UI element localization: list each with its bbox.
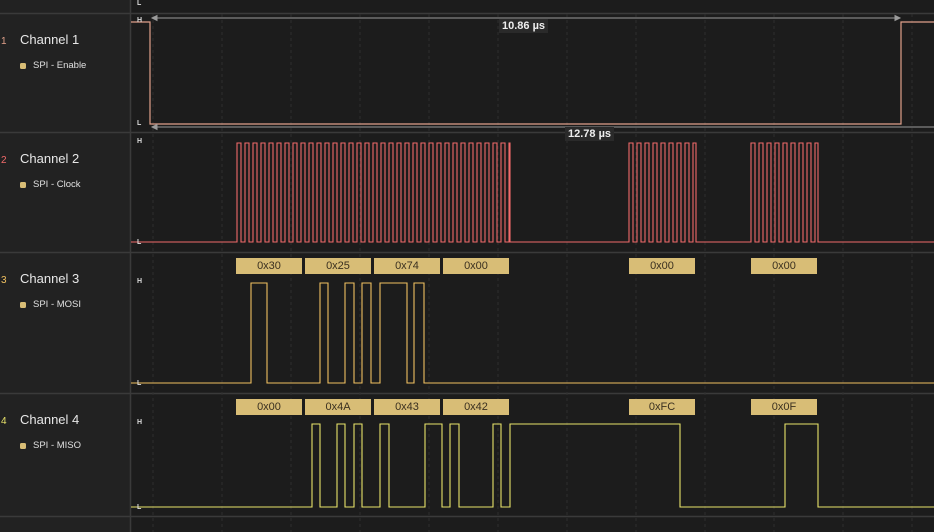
miso-byte-label[interactable]: 0x00 bbox=[236, 399, 302, 415]
channel-2-waveform bbox=[131, 142, 934, 243]
miso-byte-label[interactable]: 0x4A bbox=[305, 399, 371, 415]
channel-2-high-marker: H bbox=[137, 138, 143, 145]
miso-byte-label[interactable]: 0x42 bbox=[443, 399, 509, 415]
channel-1-high-marker: H bbox=[137, 17, 143, 24]
channel-1-low-marker: L bbox=[137, 120, 142, 127]
miso-byte-label[interactable]: 0x43 bbox=[374, 399, 440, 415]
channel-1-waveform bbox=[131, 21, 934, 125]
decoder-badges bbox=[236, 258, 817, 415]
mosi-byte-label[interactable]: 0x00 bbox=[751, 258, 817, 274]
miso-byte-label[interactable]: 0x0F bbox=[751, 399, 817, 415]
channel-4-waveform bbox=[131, 423, 934, 508]
mosi-byte-label[interactable]: 0x25 bbox=[305, 258, 371, 274]
mosi-byte-label[interactable]: 0x00 bbox=[443, 258, 509, 274]
enable-high-duration-label[interactable]: 10.86 µs bbox=[499, 19, 549, 33]
mosi-byte-label[interactable]: 0x30 bbox=[236, 258, 302, 274]
mosi-byte-label[interactable]: 0x74 bbox=[374, 258, 440, 274]
miso-byte-label[interactable]: 0xFC bbox=[629, 399, 695, 415]
channel-4-high-marker: H bbox=[137, 419, 143, 426]
channel-4-low-marker: L bbox=[137, 504, 142, 511]
mosi-byte-label[interactable]: 0x00 bbox=[629, 258, 695, 274]
channel-2-low-marker: L bbox=[137, 239, 142, 246]
channel-3-low-marker: L bbox=[137, 380, 142, 387]
channel-3-waveform bbox=[131, 282, 934, 384]
enable-span-duration-label[interactable]: 12.78 µs bbox=[565, 127, 615, 141]
channel-3-high-marker: H bbox=[137, 278, 143, 285]
